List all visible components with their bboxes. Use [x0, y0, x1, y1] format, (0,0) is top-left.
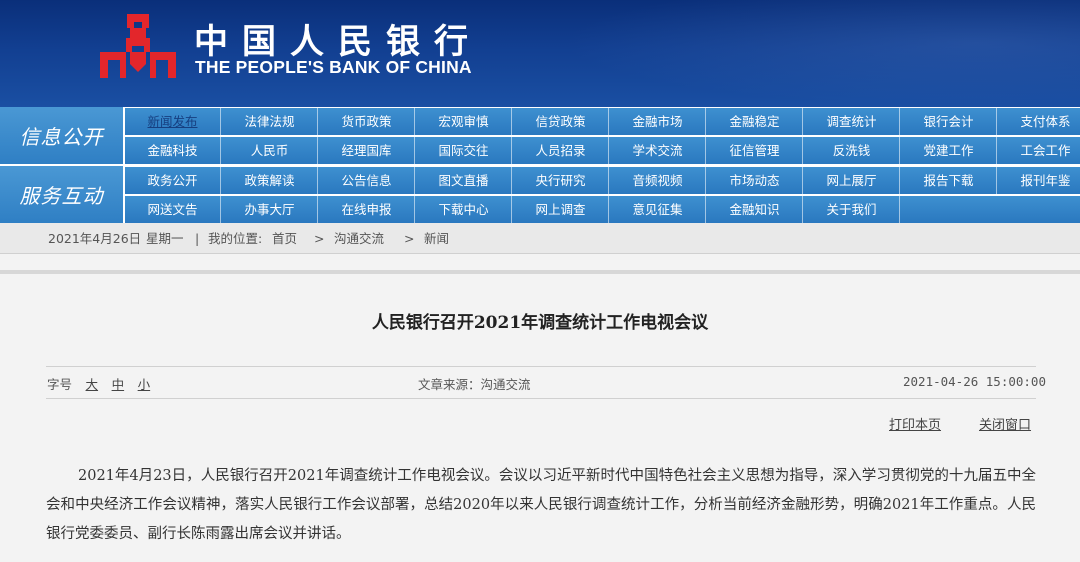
nav-item[interactable]: 市场动态 — [707, 167, 803, 194]
close-window-link[interactable]: 关闭窗口 — [979, 414, 1031, 433]
main-navigation: 信息公开 新闻发布 法律法规 货币政策 宏观审慎 信贷政策 金融市场 金融稳定 调查统计 银行会… — [0, 107, 1080, 223]
breadcrumb-divider: | — [195, 231, 200, 246]
breadcrumb-news[interactable]: 新闻 — [424, 223, 449, 254]
nav-item[interactable]: 金融知识 — [707, 196, 803, 223]
nav-item[interactable]: 报告下载 — [901, 167, 997, 194]
nav-section-label: 信息公开 — [0, 107, 123, 164]
font-size-control: 字号 大 中 小 — [47, 374, 150, 393]
nav-rows: 政务公开 政策解读 公告信息 图文直播 央行研究 音频视频 市场动态 网上展厅 报告下载 报刊年鉴… — [125, 166, 1080, 223]
nav-item[interactable]: 关于我们 — [804, 196, 900, 223]
font-size-label: 字号 — [47, 377, 73, 392]
breadcrumb-separator: > — [314, 231, 325, 246]
nav-item[interactable]: 反洗钱 — [804, 137, 900, 164]
nav-item[interactable]: 新闻发布 — [125, 108, 221, 135]
nav-rows: 新闻发布 法律法规 货币政策 宏观审慎 信贷政策 金融市场 金融稳定 调查统计 银行会计 支付体系… — [125, 107, 1080, 164]
nav-item[interactable]: 国际交往 — [416, 137, 512, 164]
font-size-medium-link[interactable]: 中 — [112, 377, 125, 392]
font-size-small-link[interactable]: 小 — [138, 377, 151, 392]
nav-item[interactable]: 宏观审慎 — [416, 108, 512, 135]
article-title: 人民银行召开2021年调查统计工作电视会议 — [371, 313, 709, 333]
nav-item[interactable]: 调查统计 — [804, 108, 900, 135]
font-size-large-link[interactable]: 大 — [86, 377, 99, 392]
nav-item[interactable]: 公告信息 — [319, 167, 415, 194]
nav-item[interactable]: 图文直播 — [416, 167, 512, 194]
nav-item[interactable]: 工会工作 — [998, 137, 1080, 164]
nav-item[interactable]: 银行会计 — [901, 108, 997, 135]
article-datetime: 2021-04-26 15:00:00 — [903, 374, 1046, 389]
nav-item[interactable]: 网送文告 — [125, 196, 221, 223]
nav-item[interactable]: 党建工作 — [901, 137, 997, 164]
nav-item[interactable]: 征信管理 — [707, 137, 803, 164]
nav-item[interactable]: 办事大厅 — [222, 196, 318, 223]
nav-item[interactable]: 信贷政策 — [513, 108, 609, 135]
breadcrumb: 2021年4月26日 星期一 | 我的位置: 首页 > 沟通交流 > 新闻 — [0, 223, 1080, 254]
nav-item[interactable]: 金融科技 — [125, 137, 221, 164]
current-date: 2021年4月26日 — [48, 231, 142, 246]
nav-item[interactable]: 央行研究 — [513, 167, 609, 194]
nav-section-service: 服务互动 政务公开 政策解读 公告信息 图文直播 央行研究 音频视频 市场动态 网上展厅 报告下… — [0, 166, 1080, 223]
nav-item[interactable]: 意见征集 — [610, 196, 706, 223]
nav-item[interactable]: 下载中心 — [416, 196, 512, 223]
divider — [0, 270, 1080, 274]
nav-item[interactable]: 人民币 — [222, 137, 318, 164]
nav-section-info: 信息公开 新闻发布 法律法规 货币政策 宏观审慎 信贷政策 金融市场 金融稳定 调查统计 银行会… — [0, 107, 1080, 164]
nav-item[interactable]: 金融市场 — [610, 108, 706, 135]
breadcrumb-home[interactable]: 首页 — [272, 223, 297, 254]
print-page-link[interactable]: 打印本页 — [889, 414, 941, 433]
nav-item[interactable]: 政策解读 — [222, 167, 318, 194]
nav-item[interactable]: 人员招录 — [513, 137, 609, 164]
nav-item[interactable]: 在线申报 — [319, 196, 415, 223]
divider — [46, 366, 1036, 367]
pboc-logo-icon[interactable] — [96, 8, 180, 84]
nav-item[interactable]: 货币政策 — [319, 108, 415, 135]
current-weekday: 星期一 — [146, 231, 184, 246]
nav-item[interactable]: 支付体系 — [998, 108, 1080, 135]
nav-section-label: 服务互动 — [0, 166, 123, 223]
nav-item[interactable]: 经理国库 — [319, 137, 415, 164]
breadcrumb-communication[interactable]: 沟通交流 — [334, 223, 384, 254]
breadcrumb-separator: > — [404, 231, 415, 246]
nav-item[interactable]: 金融稳定 — [707, 108, 803, 135]
site-header: 中国人民银行 THE PEOPLE'S BANK OF CHINA — [0, 0, 1080, 107]
article-body: 2021年4月23日，人民银行召开2021年调查统计工作电视会议。会议以习近平新… — [46, 468, 1036, 542]
nav-row: 政务公开 政策解读 公告信息 图文直播 央行研究 音频视频 市场动态 网上展厅 报告下载 报刊年鉴 — [125, 167, 1080, 194]
nav-row: 网送文告 办事大厅 在线申报 下载中心 网上调查 意见征集 金融知识 关于我们 — [125, 196, 1080, 223]
bank-name-cn: 中国人民银行 — [194, 22, 482, 62]
article-source: 文章来源：沟通交流 — [418, 377, 531, 392]
nav-item[interactable]: 政务公开 — [125, 167, 221, 194]
nav-item[interactable]: 学术交流 — [610, 137, 706, 164]
nav-item[interactable]: 网上调查 — [513, 196, 609, 223]
nav-row: 新闻发布 法律法规 货币政策 宏观审慎 信贷政策 金融市场 金融稳定 调查统计 银行会计 支付体系 — [125, 108, 1080, 135]
divider — [46, 398, 1036, 399]
nav-item[interactable]: 法律法规 — [222, 108, 318, 135]
nav-item[interactable]: 报刊年鉴 — [998, 167, 1080, 194]
nav-item[interactable]: 网上展厅 — [804, 167, 900, 194]
location-prefix: 我的位置: — [208, 231, 263, 246]
nav-row: 金融科技 人民币 经理国库 国际交往 人员招录 学术交流 征信管理 反洗钱 党建工作 工会工作 — [125, 137, 1080, 164]
bank-name-en: THE PEOPLE'S BANK OF CHINA — [195, 57, 472, 77]
nav-item[interactable]: 音频视频 — [610, 167, 706, 194]
